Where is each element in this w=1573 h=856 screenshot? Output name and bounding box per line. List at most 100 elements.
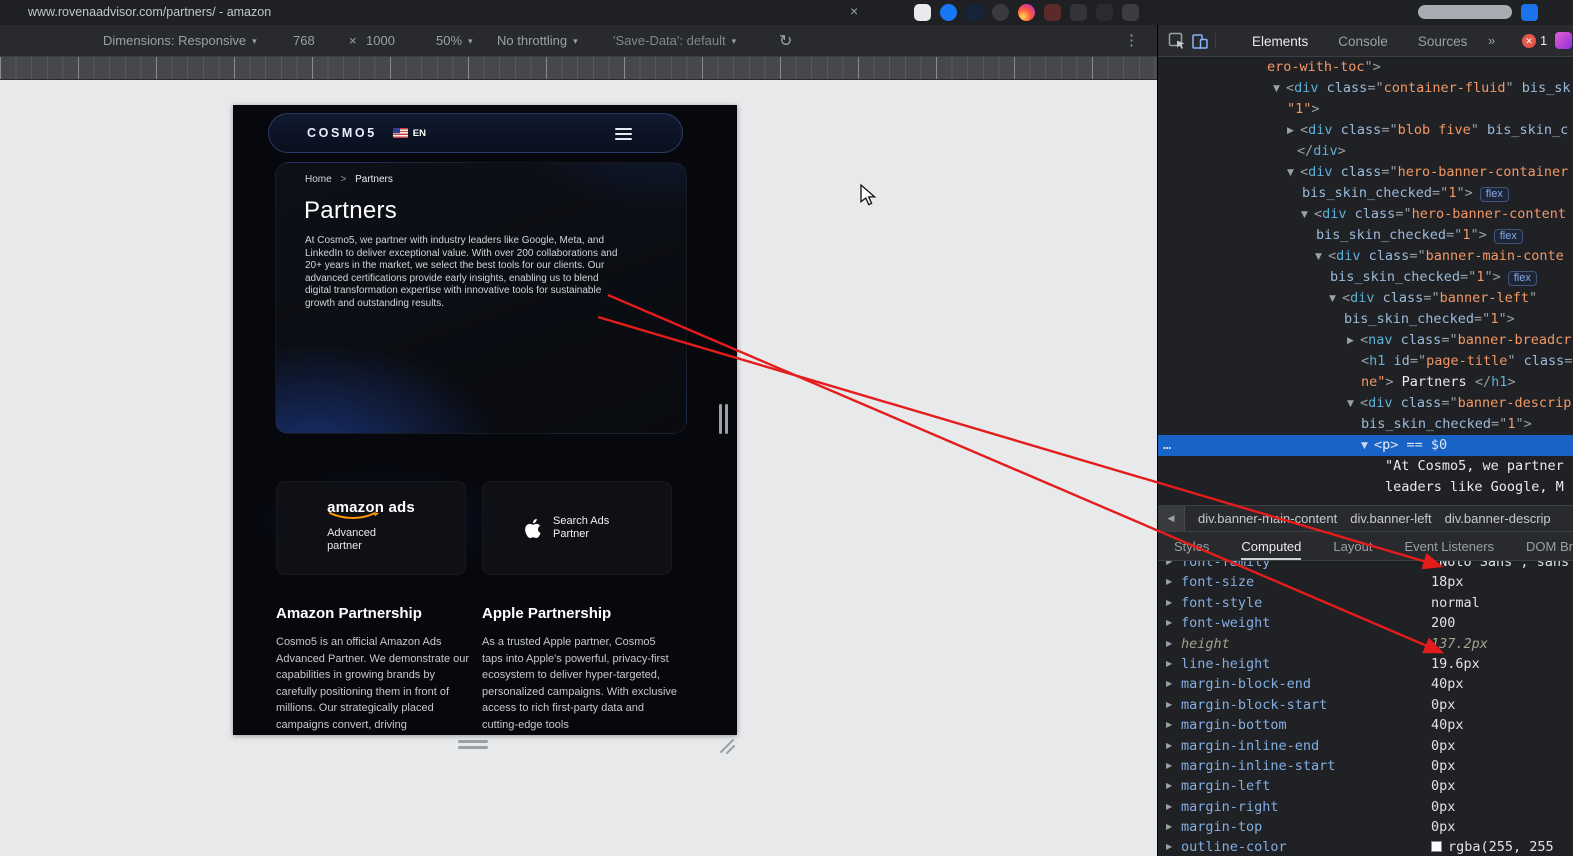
expand-arrow-icon[interactable]: ▶ [1166,572,1172,592]
flex-badge[interactable]: flex [1507,271,1537,286]
computed-property-row[interactable]: ▶ margin-right 0px [1158,797,1573,817]
error-badge-icon[interactable]: ✕ [1522,34,1536,48]
styles-tab-layout[interactable]: Layout [1333,532,1372,560]
computed-property-row[interactable]: ▶ font-family "Noto Sans", sans [1158,561,1573,572]
devtools-tab-sources[interactable]: Sources [1418,34,1468,49]
styles-tab-computed[interactable]: Computed [1241,532,1302,560]
viewport-resize-handle-right[interactable] [719,404,728,434]
dom-tree-line[interactable]: bis_skin_checked="1"> [1158,309,1573,330]
computed-property-row[interactable]: ▶ font-weight 200 [1158,613,1573,633]
computed-property-row[interactable]: ▶ line-height 19.6px [1158,654,1573,674]
browser-profile-pill[interactable] [1418,5,1512,19]
flex-badge[interactable]: flex [1493,229,1523,244]
viewport-height-input[interactable]: 1000 [366,25,395,56]
dom-tree-line[interactable]: ▼ <div class="banner-main-conte [1158,246,1573,267]
extension-icon-6[interactable] [1044,4,1061,21]
expand-arrow-icon[interactable]: ▶ [1166,776,1172,796]
computed-property-row[interactable]: ▶ font-size 18px [1158,572,1573,592]
dom-tree-line[interactable]: ne"> Partners </h1> [1158,372,1573,393]
expand-arrow-icon[interactable]: ▶ [1166,654,1172,674]
dom-tree-line[interactable]: ▼ <div class="hero-banner-content [1158,204,1573,225]
computed-property-row[interactable]: ▶ margin-bottom 40px [1158,715,1573,735]
styles-tab-event-listeners[interactable]: Event Listeners [1404,532,1494,560]
computed-property-row[interactable]: ▶ margin-top 0px [1158,817,1573,837]
site-logo[interactable]: COSMO5 [307,126,377,140]
dom-tree-selected-node[interactable]: … ▼ <p> == $0 [1158,435,1573,456]
inspect-element-icon[interactable] [1168,32,1186,50]
extension-icon-2[interactable] [940,4,957,21]
devtools-tab-console[interactable]: Console [1338,34,1388,49]
computed-property-row[interactable]: ▶ margin-inline-start 0px [1158,756,1573,776]
dom-tree-line[interactable]: leaders like Google, M [1158,477,1573,498]
computed-property-row[interactable]: ▶ height 137.2px [1158,634,1573,654]
devtools-tab-elements[interactable]: Elements [1252,34,1308,49]
flex-badge[interactable]: flex [1479,187,1509,202]
partner-card-apple[interactable]: Search Ads Partner [482,481,672,575]
computed-property-row[interactable]: ▶ margin-block-end 40px [1158,674,1573,694]
dom-tree-line[interactable]: <h1 id="page-title" class= [1158,351,1573,372]
error-count[interactable]: 1 [1540,25,1547,57]
expand-arrow-icon[interactable]: ▶ [1166,674,1172,694]
tab-close-icon[interactable]: × [850,3,858,19]
dom-breadcrumb-item[interactable]: div.banner-left [1350,511,1431,526]
dom-tree-line[interactable]: ▶ <nav class="banner-breadcr [1158,330,1573,351]
node-menu-ellipsis-icon[interactable]: … [1163,435,1171,456]
dom-tree-line[interactable]: bis_skin_checked="1"> flex [1158,267,1573,288]
dom-tree-line[interactable]: bis_skin_checked="1"> [1158,414,1573,435]
extension-icon-7[interactable] [1070,4,1087,21]
dom-tree-line[interactable]: "At Cosmo5, we partner [1158,456,1573,477]
extension-icon-3[interactable] [966,4,983,21]
extension-icon-5[interactable] [1018,4,1035,21]
expand-arrow-icon[interactable]: ▶ [1166,817,1172,837]
viewport-resize-handle-bottom[interactable] [458,740,488,749]
hamburger-menu-icon[interactable] [615,128,632,140]
dom-tree-line[interactable]: ▼ <div class="banner-left" [1158,288,1573,309]
computed-property-row[interactable]: ▶ margin-inline-end 0px [1158,736,1573,756]
dom-breadcrumb-item[interactable]: div.banner-main-content [1198,511,1337,526]
breadcrumb-back-icon[interactable]: ◀ [1158,506,1185,531]
extension-icon-9[interactable] [1122,4,1139,21]
save-data-select[interactable]: 'Save-Data': default ▾ [613,25,736,56]
computed-property-row[interactable]: ▶ margin-left 0px [1158,776,1573,796]
extension-icon-1[interactable] [914,4,931,21]
dom-tree-line[interactable]: ▶ <div class="blob five" bis_skin_c [1158,120,1573,141]
expand-arrow-icon[interactable]: ▶ [1166,561,1172,572]
language-label[interactable]: EN [413,128,426,139]
toolbar-more-options-icon[interactable]: ⋮ [1124,25,1139,56]
breadcrumb-home-link[interactable]: Home [305,174,332,185]
dom-tree-line[interactable]: ▼ <div class="container-fluid" bis_sk [1158,78,1573,99]
expand-arrow-icon[interactable]: ▶ [1166,613,1172,633]
dom-breadcrumb-item[interactable]: div.banner-descrip [1445,511,1551,526]
extension-icon-4[interactable] [992,4,1009,21]
viewport-width-input[interactable]: 768 [293,25,315,56]
styles-tab-styles[interactable]: Styles [1174,532,1209,560]
device-toolbar-toggle-icon[interactable] [1191,32,1209,50]
zoom-select[interactable]: 50% ▾ [436,25,473,56]
partner-card-amazon[interactable]: amazon ads Advanced partner [276,481,466,575]
expand-arrow-icon[interactable]: ▶ [1166,715,1172,735]
dom-tree-line[interactable]: ▼ <div class="banner-descrip [1158,393,1573,414]
expand-arrow-icon[interactable]: ▶ [1166,797,1172,817]
throttling-select[interactable]: No throttling ▾ [497,25,578,56]
extension-icon-8[interactable] [1096,4,1113,21]
color-swatch[interactable] [1431,841,1442,853]
computed-property-row[interactable]: ▶ margin-block-start 0px [1158,695,1573,715]
expand-arrow-icon[interactable]: ▶ [1166,695,1172,715]
expand-arrow-icon[interactable]: ▶ [1166,736,1172,756]
expand-arrow-icon[interactable]: ▶ [1166,593,1172,613]
devtools-extension-icon[interactable] [1555,32,1572,49]
dom-tree-line[interactable]: bis_skin_checked="1"> flex [1158,225,1573,246]
viewport-resize-handle-corner[interactable] [716,735,736,755]
styles-tab-dom-breakpoints[interactable]: DOM Breakpoints [1526,532,1573,560]
dom-tree-line[interactable]: "1"> [1158,99,1573,120]
dom-tree-line[interactable]: ▼ <div class="hero-banner-container [1158,162,1573,183]
computed-property-row[interactable]: ▶ outline-color rgba(255, 255 [1158,837,1573,856]
dom-tree-line[interactable]: </div> [1158,141,1573,162]
expand-arrow-icon[interactable]: ▶ [1166,634,1172,654]
browser-tab-title[interactable]: www.rovenaadvisor.com/partners/ - amazon [28,5,271,19]
dom-tree-line[interactable]: bis_skin_checked="1"> flex [1158,183,1573,204]
dimensions-select[interactable]: Dimensions: Responsive ▾ [103,25,257,56]
browser-blue-badge[interactable] [1521,4,1538,21]
expand-arrow-icon[interactable]: ▶ [1166,837,1172,856]
dom-tree-line[interactable]: ero-with-toc"> [1158,57,1573,78]
